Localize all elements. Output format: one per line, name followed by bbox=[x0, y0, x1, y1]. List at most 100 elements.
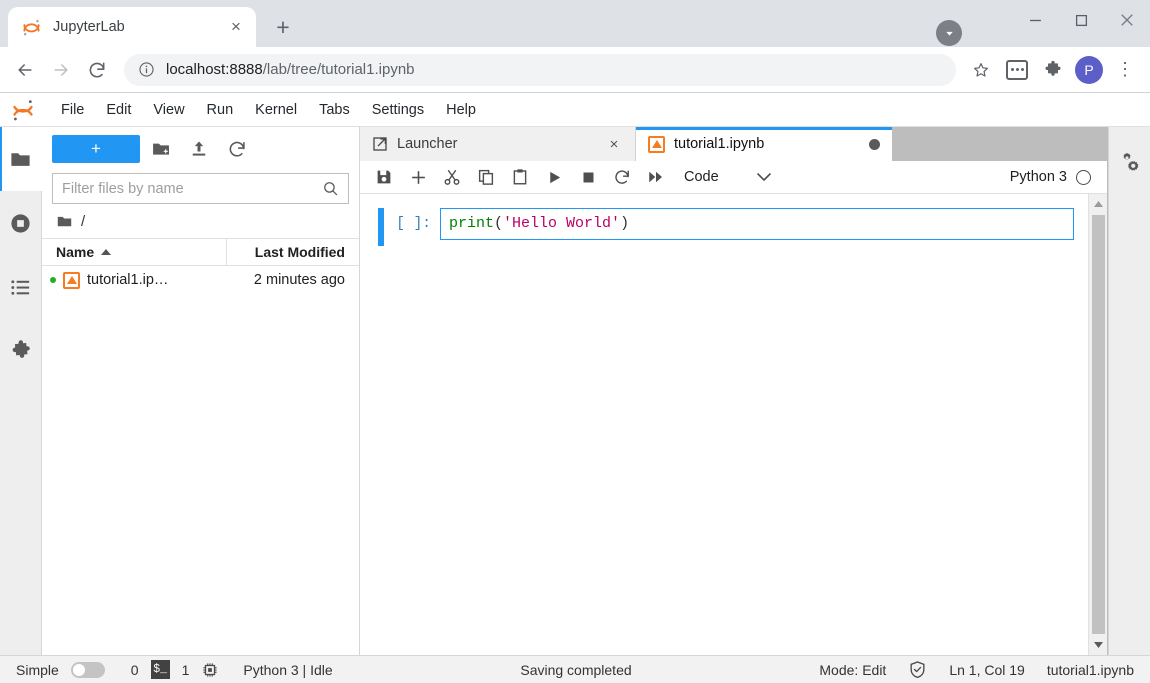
column-header-last-modified[interactable]: Last Modified bbox=[227, 239, 359, 265]
star-icon[interactable] bbox=[966, 55, 996, 85]
copy-button[interactable] bbox=[470, 163, 502, 191]
browser-toolbar: localhost:8888/lab/tree/tutorial1.ipynb … bbox=[0, 47, 1150, 92]
menu-tabs[interactable]: Tabs bbox=[308, 99, 361, 121]
menu-edit[interactable]: Edit bbox=[95, 99, 142, 121]
terminals-count[interactable]: 0 bbox=[131, 662, 139, 678]
url-text: localhost:8888/lab/tree/tutorial1.ipynb bbox=[166, 61, 415, 78]
insert-cell-button[interactable] bbox=[402, 163, 434, 191]
sidebar-item-file-browser[interactable] bbox=[0, 127, 42, 191]
interrupt-button[interactable] bbox=[572, 163, 604, 191]
file-browser-panel: + Filter files by name / Name Last Modif… bbox=[42, 127, 360, 655]
download-circle-icon[interactable] bbox=[936, 20, 962, 46]
edit-mode-status[interactable]: Mode: Edit bbox=[819, 662, 886, 678]
folder-icon bbox=[9, 148, 32, 171]
code-cell[interactable]: [ ]: print('Hello World') bbox=[360, 208, 1088, 246]
menu-settings[interactable]: Settings bbox=[361, 99, 435, 121]
sidebar-item-extensions[interactable] bbox=[0, 319, 41, 383]
url-path: /lab/tree/tutorial1.ipynb bbox=[262, 61, 415, 78]
notebook-cell-list: [ ]: print('Hello World') bbox=[360, 194, 1088, 655]
right-sidebar bbox=[1108, 127, 1150, 655]
jupyter-logo-icon bbox=[6, 96, 40, 124]
notebook-icon bbox=[63, 271, 80, 289]
list-item[interactable]: tutorial1.ip… 2 minutes ago bbox=[42, 266, 359, 294]
run-button[interactable] bbox=[538, 163, 570, 191]
menu-help[interactable]: Help bbox=[435, 99, 487, 121]
extensions-menu-icon[interactable] bbox=[1000, 53, 1034, 87]
status-right-group: Mode: Edit Ln 1, Col 19 tutorial1.ipynb bbox=[819, 660, 1134, 679]
maximize-button[interactable] bbox=[1058, 0, 1104, 40]
code-token-print: print bbox=[449, 215, 495, 232]
status-left-group: Simple 0 $_ 1 Python 3 | Idle bbox=[16, 660, 333, 679]
sidebar-item-running-sessions[interactable] bbox=[0, 191, 41, 255]
cell-type-value: Code bbox=[684, 169, 719, 185]
column-label-name: Name bbox=[56, 244, 95, 260]
notebook-scrollbar[interactable] bbox=[1088, 194, 1107, 655]
forward-icon[interactable] bbox=[44, 53, 78, 87]
scrollbar-thumb[interactable] bbox=[1091, 215, 1105, 634]
unsaved-changes-indicator[interactable] bbox=[869, 138, 880, 150]
search-input[interactable] bbox=[62, 180, 322, 197]
dock-tabbar: Launcher × tutorial1.ipynb bbox=[360, 127, 1108, 161]
cell-type-dropdown[interactable]: Code bbox=[684, 169, 771, 185]
profile-avatar[interactable]: P bbox=[1072, 53, 1106, 87]
avatar-initial: P bbox=[1075, 55, 1103, 84]
kernel-indicator[interactable]: Python 3 bbox=[1010, 169, 1099, 185]
breadcrumb[interactable]: / bbox=[42, 204, 359, 238]
sidebar-item-commands[interactable] bbox=[0, 255, 41, 319]
kernel-status[interactable]: Python 3 | Idle bbox=[243, 662, 332, 678]
restart-button[interactable] bbox=[606, 163, 638, 191]
running-indicator-dot bbox=[50, 277, 56, 283]
current-filename: tutorial1.ipynb bbox=[1046, 661, 1134, 678]
menu-file[interactable]: File bbox=[50, 99, 95, 121]
puzzle-icon bbox=[9, 339, 33, 363]
paste-button[interactable] bbox=[504, 163, 536, 191]
file-modified: 2 minutes ago bbox=[253, 272, 345, 288]
cut-button[interactable] bbox=[436, 163, 468, 191]
extensions-puzzle-icon[interactable] bbox=[1036, 53, 1070, 87]
column-header-name[interactable]: Name bbox=[42, 239, 227, 265]
jupyter-logo-icon bbox=[22, 18, 41, 37]
simple-mode-toggle[interactable] bbox=[70, 661, 105, 678]
folder-icon bbox=[56, 213, 73, 230]
cpu-chip-icon[interactable] bbox=[201, 661, 219, 679]
list-icon bbox=[9, 276, 32, 299]
launcher-icon bbox=[372, 136, 388, 152]
save-button[interactable] bbox=[368, 163, 400, 191]
menu-view[interactable]: View bbox=[142, 99, 195, 121]
chrome-menu-icon[interactable]: ⋮ bbox=[1108, 53, 1142, 87]
notebook-scroll-area: [ ]: print('Hello World') bbox=[360, 194, 1107, 655]
close-icon[interactable]: × bbox=[605, 136, 623, 153]
close-window-button[interactable] bbox=[1104, 0, 1150, 40]
trusted-shield-icon[interactable] bbox=[908, 660, 927, 679]
cell-editor[interactable]: print('Hello World') bbox=[440, 208, 1074, 240]
minimize-button[interactable] bbox=[1012, 0, 1058, 40]
scroll-up-arrow-icon[interactable] bbox=[1093, 196, 1104, 212]
menu-run[interactable]: Run bbox=[196, 99, 245, 121]
scroll-down-arrow-icon[interactable] bbox=[1093, 637, 1104, 653]
close-icon[interactable]: × bbox=[224, 15, 248, 39]
url-host: localhost:8888 bbox=[166, 61, 263, 78]
file-filter-box[interactable] bbox=[52, 173, 349, 204]
sidebar-item-property-inspector[interactable] bbox=[1109, 141, 1150, 181]
browser-tab-jupyterlab[interactable]: JupyterLab × bbox=[8, 7, 256, 47]
tab-launcher[interactable]: Launcher × bbox=[360, 127, 636, 161]
reload-icon[interactable] bbox=[80, 53, 114, 87]
restart-run-all-button[interactable] bbox=[640, 163, 672, 191]
address-bar[interactable]: localhost:8888/lab/tree/tutorial1.ipynb bbox=[124, 53, 956, 86]
upload-icon[interactable] bbox=[182, 134, 216, 164]
menu-kernel[interactable]: Kernel bbox=[244, 99, 308, 121]
terminal-icon[interactable]: $_ bbox=[150, 660, 170, 679]
activity-bar bbox=[0, 127, 42, 655]
tab-tutorial1-notebook[interactable]: tutorial1.ipynb bbox=[636, 127, 892, 161]
new-launcher-button[interactable]: + bbox=[52, 135, 140, 163]
back-icon[interactable] bbox=[8, 53, 42, 87]
file-browser-toolbar: + bbox=[42, 127, 359, 171]
new-folder-icon[interactable] bbox=[144, 134, 178, 164]
status-bar: Simple 0 $_ 1 Python 3 | Idle Saving com… bbox=[0, 655, 1150, 683]
kernels-count[interactable]: 1 bbox=[182, 662, 190, 678]
refresh-icon[interactable] bbox=[220, 134, 254, 164]
new-tab-button[interactable]: + bbox=[268, 12, 298, 42]
sort-ascending-icon bbox=[100, 248, 112, 257]
gears-icon bbox=[1118, 150, 1141, 173]
notebook-toolbar: Code Python 3 bbox=[360, 161, 1107, 194]
